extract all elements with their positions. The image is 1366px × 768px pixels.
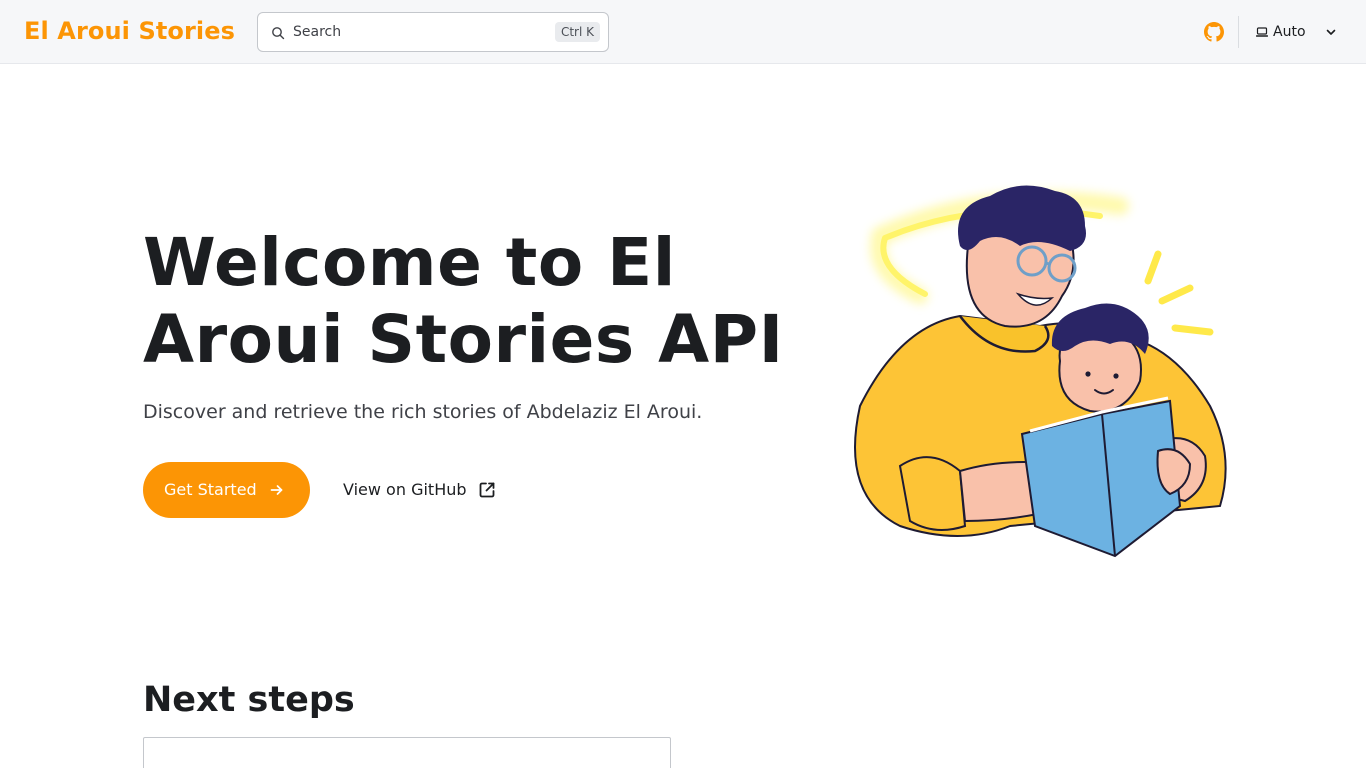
get-started-label: Get Started bbox=[164, 480, 257, 499]
theme-select[interactable]: Auto bbox=[1250, 16, 1346, 48]
navbar: El Aroui Stories Search Ctrl K Auto bbox=[0, 0, 1366, 64]
arrow-right-icon bbox=[270, 485, 283, 495]
father-hair bbox=[958, 185, 1086, 251]
navbar-divider bbox=[1238, 16, 1239, 48]
chevron-down-icon bbox=[1326, 29, 1336, 35]
laptop-icon bbox=[1256, 27, 1268, 37]
hero-subtitle: Discover and retrieve the rich stories o… bbox=[143, 401, 703, 423]
sparkle-lines bbox=[1144, 250, 1214, 336]
search-placeholder: Search bbox=[293, 24, 342, 40]
search-box[interactable]: Search Ctrl K bbox=[257, 12, 609, 52]
theme-select-value: Auto bbox=[1273, 24, 1306, 40]
hero-title: Welcome to El Aroui Stories API bbox=[143, 224, 784, 378]
external-link-icon bbox=[479, 482, 495, 498]
site-title-link[interactable]: El Aroui Stories bbox=[24, 15, 235, 47]
search-icon bbox=[272, 27, 285, 40]
github-icon[interactable] bbox=[1204, 22, 1224, 42]
hero-illustration bbox=[854, 185, 1227, 558]
get-started-button[interactable]: Get Started bbox=[143, 462, 310, 518]
next-steps-card[interactable] bbox=[143, 737, 671, 768]
view-on-github-label: View on GitHub bbox=[343, 480, 467, 499]
next-steps-heading: Next steps bbox=[143, 680, 355, 720]
search-shortcut-badge: Ctrl K bbox=[554, 22, 600, 42]
